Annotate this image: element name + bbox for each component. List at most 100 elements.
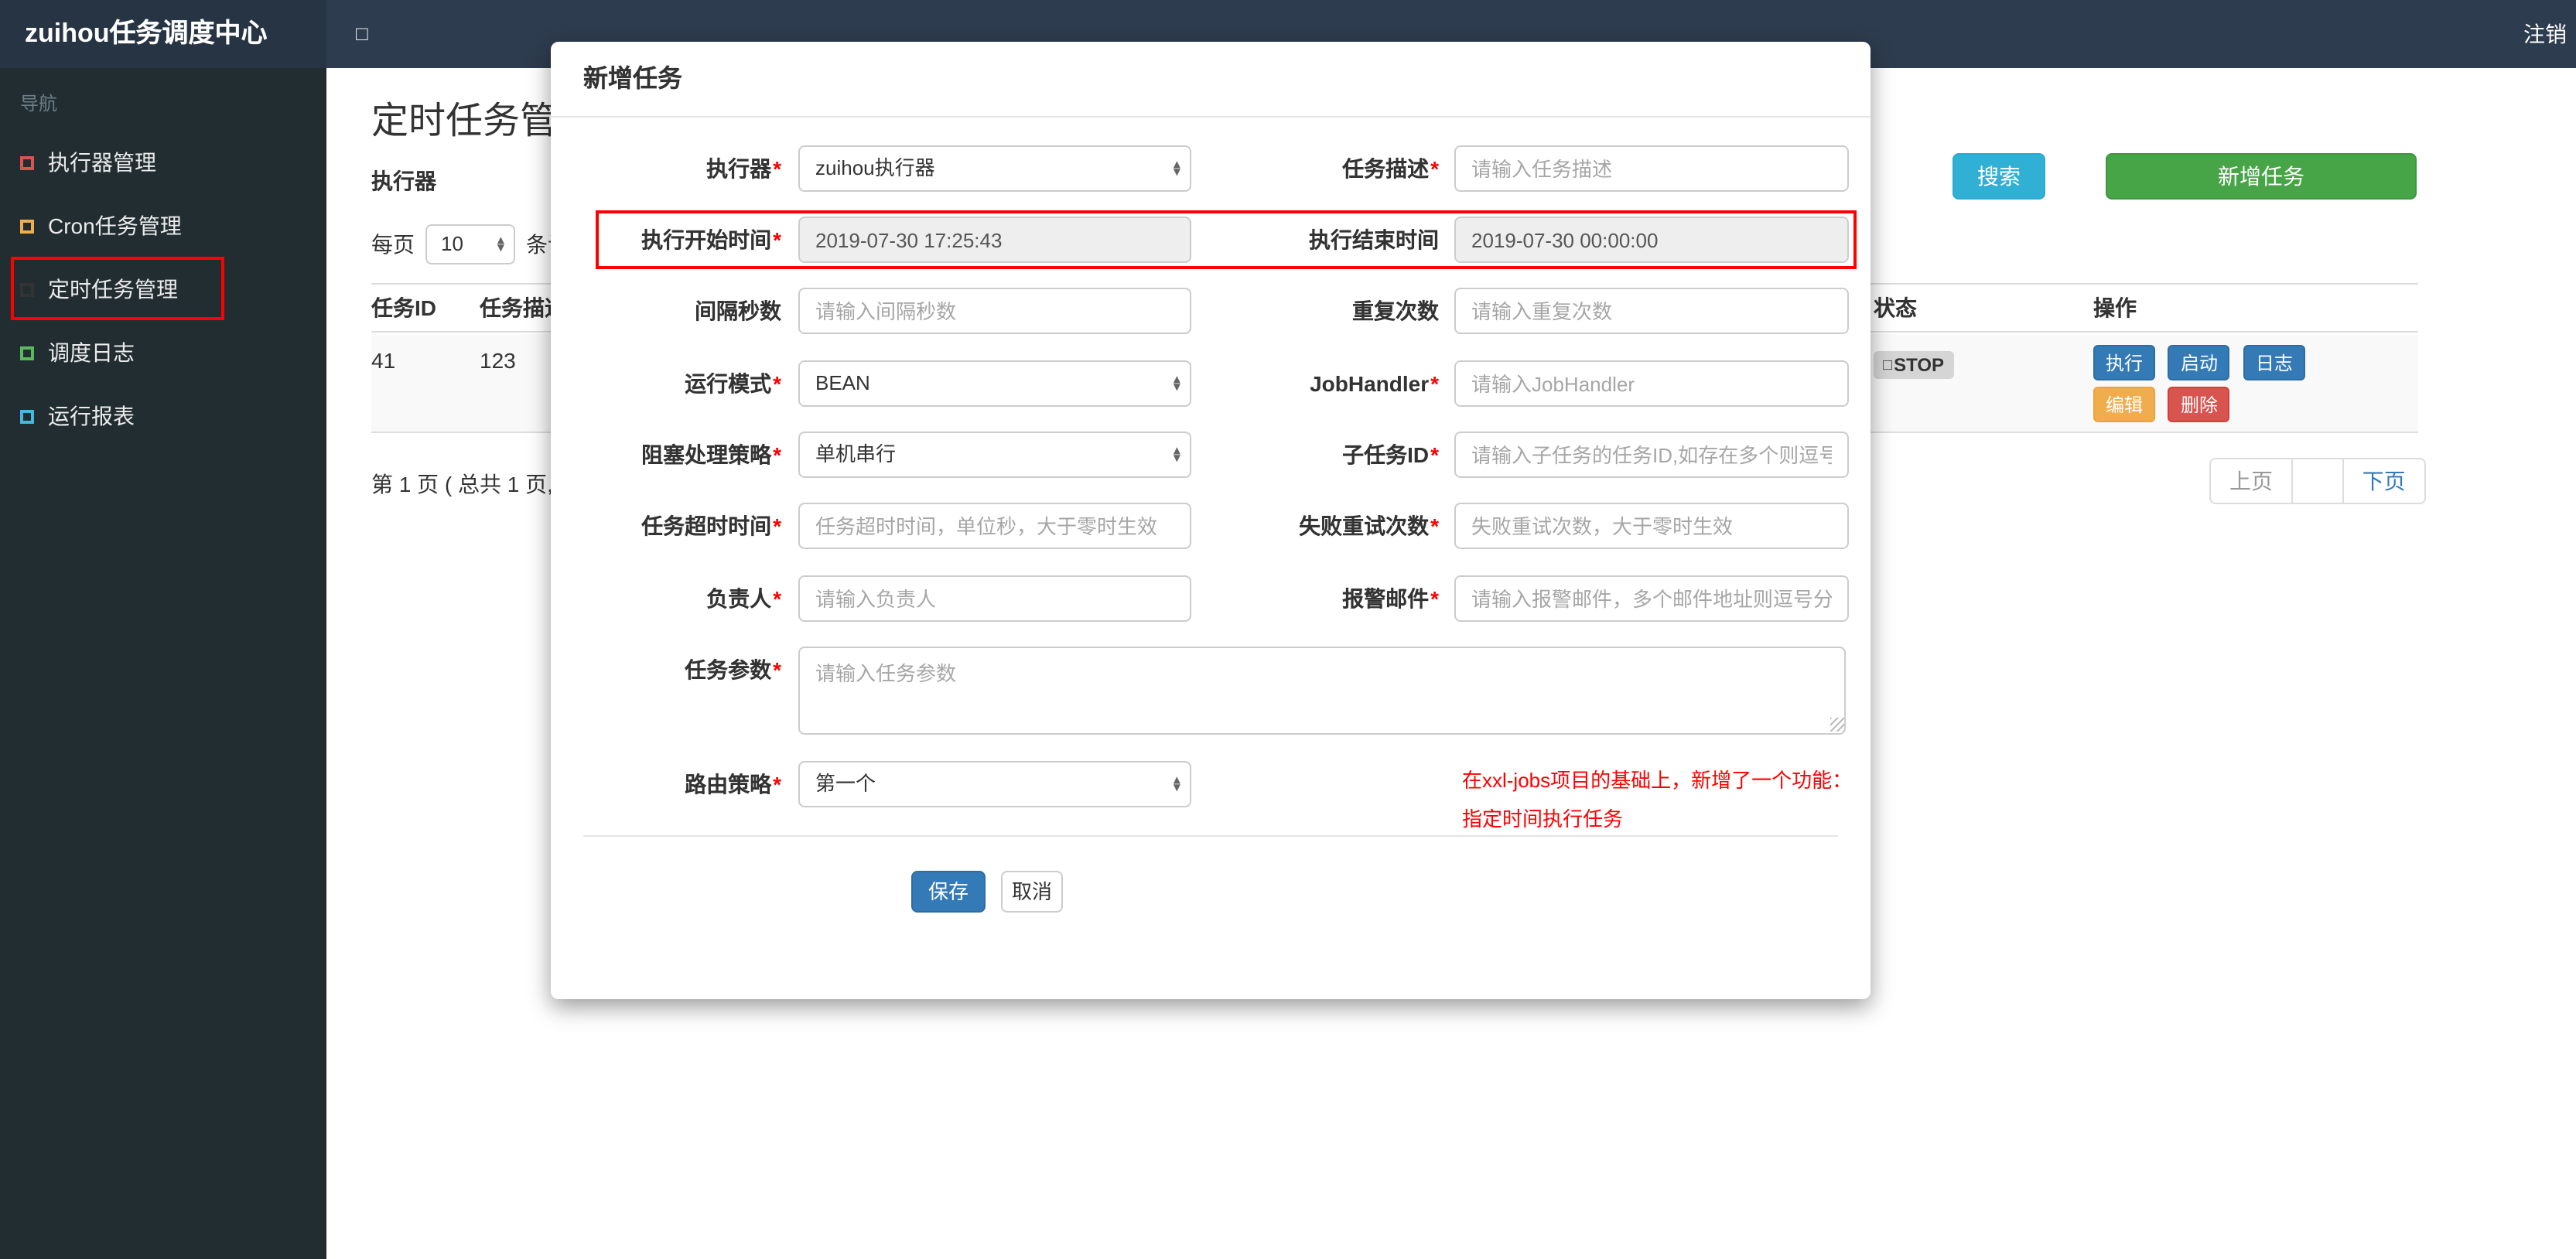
form-row-timeout-retry: 任务超时时间* 失败重试次数* [551,503,1871,549]
child-job-input[interactable] [1454,432,1849,478]
executor-label: 执行器 * [706,156,781,181]
executor-filter-label: 执行器 [371,169,436,193]
glue-type-value: BEAN [815,371,870,394]
col-status: 状态 [1874,295,1917,320]
cancel-button[interactable]: 取消 [1001,871,1063,913]
col-actions: 操作 [2093,295,2137,320]
retry-input[interactable] [1454,503,1849,549]
required-mark: * [1430,586,1439,611]
block-strategy-value: 单机串行 [815,442,897,466]
row-actions-line1: 执行 启动 日志 [2093,345,2311,380]
end-time-input[interactable] [1454,217,1849,263]
edit-button[interactable]: 编辑 [2093,387,2156,422]
timeout-input[interactable] [798,503,1191,549]
status-text: STOP [1894,354,1945,376]
required-mark: * [773,657,781,682]
alarm-email-input[interactable] [1454,575,1849,622]
app-logo[interactable]: zuihou任务调度中心 [0,0,326,68]
start-time-input[interactable] [798,217,1191,263]
textarea-resize-grip[interactable] [1830,718,1844,732]
sidebar-item-executor-mgmt[interactable]: 执行器管理 [0,131,326,195]
repeat-count-input[interactable] [1454,288,1849,334]
end-time-label: 执行结束时间 [1309,227,1439,252]
select-arrows-icon: ▲ ▼ [1173,445,1180,464]
alarm-email-label: 报警邮件 * [1342,586,1439,611]
add-task-modal: 新增任务 执行器* zuihou执行器 ▲▼ 任务描述* 执行开始时间* 执行结… [551,42,1871,999]
feature-note-line2: 指定时间执行任务 [1462,807,1624,831]
log-button[interactable]: 日志 [2243,345,2305,380]
status-badge: □ STOP [1874,351,1954,379]
modal-footer-divider [583,835,1838,837]
delete-button[interactable]: 删除 [2168,387,2230,422]
sidebar-toggle-icon[interactable]: □ [343,0,381,68]
select-arrows-icon: ▲ ▼ [1173,775,1180,793]
sidebar-nav-label: 导航 [20,93,58,114]
form-row-gluetype-handler: 运行模式 * BEAN ▲ ▼ JobHandler * [551,360,1871,407]
route-strategy-select[interactable]: 第一个 ▲ ▼ [798,761,1191,807]
job-handler-label: JobHandler * [1310,371,1439,396]
executor-select[interactable]: zuihou执行器 ▲ ▼ [798,145,1191,192]
col-task-id: 任务ID [371,295,436,320]
stop-square-icon: □ [1883,357,1893,374]
sidebar-item-label: 运行报表 [48,404,135,428]
logout-link[interactable]: 注销 [2517,0,2573,68]
interval-label: 间隔秒数 [695,299,781,323]
sidebar-item-timed-task-mgmt[interactable]: 定时任务管理 [0,258,326,322]
sidebar-item-label: 调度日志 [48,340,135,365]
job-handler-input[interactable] [1454,360,1849,407]
job-desc-label: 任务描述 * [1342,156,1439,181]
sidebar-item-cron-task-mgmt[interactable]: Cron任务管理 [0,195,326,258]
job-param-label: 任务参数 * [685,657,781,682]
form-row-times: 执行开始时间* 执行结束时间 [551,217,1871,263]
current-page-button[interactable]: 1 [2291,458,2344,504]
next-page-button[interactable]: 下页 [2342,458,2426,504]
timed-task-icon [20,283,34,297]
required-mark: * [1430,371,1439,396]
required-mark: * [773,371,781,396]
sidebar-item-label: 定时任务管理 [48,277,178,302]
add-task-button[interactable]: 新增任务 [2106,153,2417,200]
form-row-executor-desc: 执行器 * zuihou执行器 ▲ ▼ 任务描述 * [551,145,1871,192]
save-button[interactable]: 保存 [911,871,986,913]
form-row-owner-email: 负责人* 报警邮件* [551,575,1871,622]
route-strategy-label: 路由策略 * [685,772,781,797]
select-arrows-icon: ▲ ▼ [1173,159,1180,178]
sidebar: 导航 执行器管理 Cron任务管理 定时任务管理 调度日志 运行报表 [0,68,326,1259]
prev-page-button[interactable]: 上页 [2209,458,2293,504]
block-strategy-select[interactable]: 单机串行 ▲ ▼ [798,432,1191,478]
feature-note-line1: 在xxl-jobs项目的基础上，新增了一个功能： [1462,769,1853,792]
required-mark: * [773,156,781,181]
required-mark: * [1430,513,1439,538]
start-button[interactable]: 启动 [2168,345,2230,380]
job-desc-input[interactable] [1454,145,1849,192]
required-mark: * [773,442,781,467]
sidebar-item-label: Cron任务管理 [48,213,182,238]
owner-label: 负责人 * [706,586,781,611]
owner-input[interactable] [798,575,1191,622]
glue-type-select[interactable]: BEAN ▲ ▼ [798,360,1191,407]
search-button[interactable]: 搜索 [1952,153,2045,200]
timeout-label: 任务超时时间 * [641,513,781,538]
select-arrows-icon: ▲ ▼ [1173,374,1180,393]
form-row-job-param: 任务参数 * [551,647,1871,735]
required-mark: * [773,227,781,252]
required-mark: * [773,772,781,797]
per-page-select[interactable]: 10 ▲ ▼ [425,224,515,264]
run-button[interactable]: 执行 [2093,345,2156,380]
block-strategy-label: 阻塞处理策略 * [641,442,781,467]
sidebar-item-schedule-log[interactable]: 调度日志 [0,322,326,385]
required-mark: * [1430,442,1439,467]
per-page-value: 10 [441,232,463,255]
feature-note: 在xxl-jobs项目的基础上，新增了一个功能： 指定时间执行任务 [1462,761,1880,838]
cron-task-icon [20,220,34,234]
form-row-block-childjob: 阻塞处理策略 * 单机串行 ▲ ▼ 子任务ID * [551,432,1871,478]
per-page-label: 每页 [371,232,415,257]
executor-mgmt-icon [20,156,34,170]
modal-title: 新增任务 [583,67,683,93]
interval-input[interactable] [798,288,1191,334]
sidebar-item-run-report[interactable]: 运行报表 [0,385,326,449]
modal-title-divider [551,116,1871,118]
sidebar-item-label: 执行器管理 [48,150,156,175]
job-param-textarea[interactable] [798,647,1846,735]
run-report-icon [20,410,34,424]
